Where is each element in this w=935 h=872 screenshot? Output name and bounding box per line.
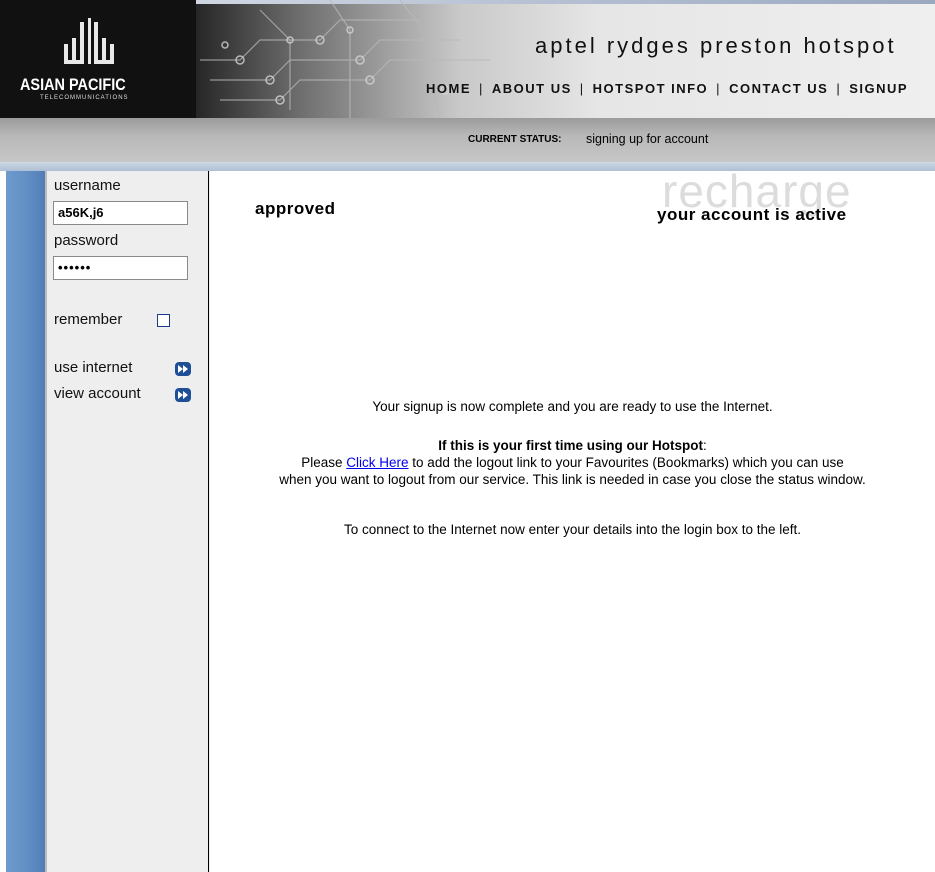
click-here-link[interactable]: Click Here	[346, 455, 408, 470]
bookmark-line-1: Please Click Here to add the logout link…	[210, 454, 935, 471]
password-input[interactable]: ••••••	[53, 256, 188, 280]
connect-message: To connect to the Internet now enter you…	[343, 522, 802, 537]
use-internet-link[interactable]: use internet	[54, 359, 132, 376]
password-label: password	[54, 232, 119, 249]
nav-separator: |	[579, 81, 585, 96]
nav-hotspot-info[interactable]: HOTSPOT INFO	[593, 81, 709, 96]
status-label: CURRENT STATUS:	[468, 134, 562, 145]
nav-contact-us[interactable]: CONTACT US	[729, 81, 828, 96]
signup-complete-message: Your signup is now complete and you are …	[372, 399, 773, 414]
first-time-block: If this is your first time using our Hot…	[210, 437, 935, 488]
bookmark-text-1: to add the logout link to your Favourite…	[412, 455, 844, 470]
first-time-heading-line: If this is your first time using our Hot…	[210, 437, 935, 454]
account-status-heading: your account is active	[657, 205, 847, 224]
fast-forward-icon[interactable]	[175, 388, 191, 402]
main-nav: HOME | ABOUT US | HOTSPOT INFO | CONTACT US | SI…	[426, 81, 908, 96]
first-time-heading: If this is your first time using our Hot…	[438, 438, 703, 453]
asian-pacific-logo[interactable]: ASIAN PACIFIC TELECOMMUNICATIONS	[0, 0, 196, 118]
nav-about-us[interactable]: ABOUT US	[492, 81, 572, 96]
first-time-colon: :	[703, 438, 707, 453]
site-header: ASIAN PACIFIC TELECOMMUNICATIONS aptel r…	[0, 0, 935, 118]
username-input[interactable]: a56K,j6	[53, 201, 188, 225]
sidebar-blue-strip	[6, 171, 45, 872]
logo-title: ASIAN PACIFIC	[20, 75, 126, 94]
please-text: Please	[301, 455, 343, 470]
fast-forward-icon[interactable]	[175, 362, 191, 376]
remember-label: remember	[54, 311, 123, 328]
nav-home[interactable]: HOME	[426, 81, 471, 96]
sidebar-divider	[208, 171, 209, 872]
logo-subtitle: TELECOMMUNICATIONS	[40, 95, 129, 101]
nav-separator: |	[479, 81, 484, 96]
nav-signup[interactable]: SIGNUP	[849, 81, 908, 96]
site-title: aptel rydges preston hotspot	[535, 33, 897, 58]
view-account-link[interactable]: view account	[54, 385, 141, 402]
remember-checkbox[interactable]	[157, 314, 170, 327]
username-label: username	[54, 177, 121, 194]
status-value: signing up for account	[586, 132, 709, 146]
nav-separator: |	[716, 81, 722, 96]
logo-mark-icon	[64, 18, 114, 64]
nav-separator: |	[836, 81, 842, 96]
bookmark-text-2: when you want to logout from our service…	[279, 472, 866, 487]
circuit-board-graphic	[200, 0, 490, 118]
status-bar: CURRENT STATUS: signing up for account	[0, 118, 935, 162]
approved-heading: approved	[255, 199, 336, 218]
